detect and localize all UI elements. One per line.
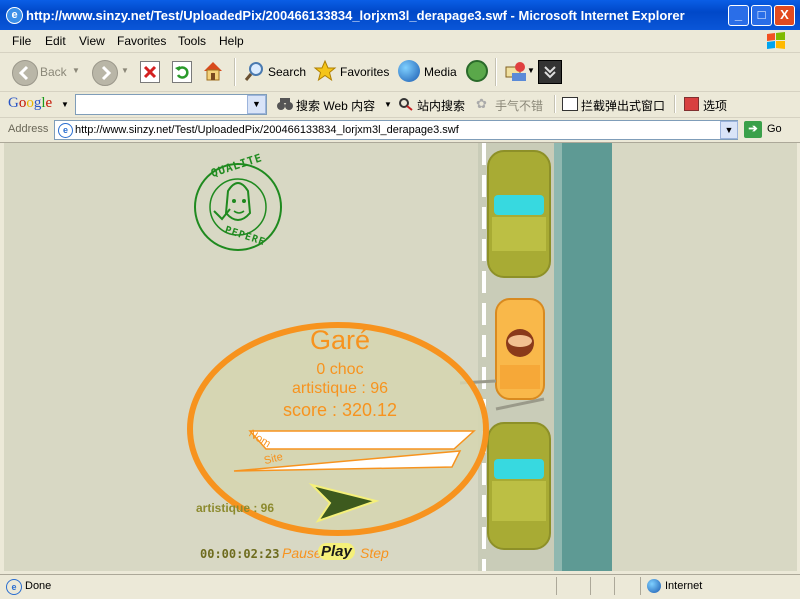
address-label: Address xyxy=(8,123,49,135)
favorites-star-icon[interactable] xyxy=(313,59,337,83)
mail-icon[interactable] xyxy=(504,59,528,83)
toolbar-separator xyxy=(674,95,676,113)
go-button[interactable]: Go xyxy=(767,123,782,135)
minimize-button[interactable]: _ xyxy=(728,5,749,26)
status-divider xyxy=(614,577,615,595)
site-search-icon[interactable] xyxy=(398,97,414,111)
toolbar-separator xyxy=(234,58,236,86)
windows-logo-icon xyxy=(767,32,785,49)
flash-game-area[interactable]: QUALITE PEPERE Garé 0 choc artistique : … xyxy=(4,143,797,571)
status-bar: e Done Internet xyxy=(0,574,800,599)
status-divider xyxy=(556,577,557,595)
search-icon[interactable] xyxy=(244,60,266,82)
play-button[interactable]: Play xyxy=(318,543,355,560)
sea-strip xyxy=(562,143,612,571)
media-button[interactable]: Media xyxy=(424,65,457,79)
lucky-button[interactable]: 手气不错 xyxy=(495,97,543,114)
menu-bar: File Edit View Favorites Tools Help xyxy=(0,30,800,53)
menu-help[interactable]: Help xyxy=(219,34,244,48)
submit-arrow-icon[interactable] xyxy=(308,481,380,525)
timer: 00:00:02:23 xyxy=(200,547,280,561)
forward-icon[interactable] xyxy=(92,60,118,86)
maximize-button[interactable]: □ xyxy=(751,5,772,26)
site-search-button[interactable]: 站内搜索 xyxy=(417,97,465,114)
standard-toolbar: Back ▼ ▼ Search Favorites Media ▼ xyxy=(0,53,800,92)
menu-view[interactable]: View xyxy=(79,34,105,48)
google-menu-dropdown-icon[interactable]: ▼ xyxy=(61,100,69,109)
close-button[interactable]: X xyxy=(774,5,795,26)
zone-label: Internet xyxy=(665,580,703,592)
page-done-icon: e xyxy=(6,579,22,595)
address-dropdown-icon[interactable]: ▼ xyxy=(720,121,738,139)
grass-right xyxy=(612,143,797,571)
back-dropdown-icon[interactable]: ▼ xyxy=(72,66,80,75)
google-search-input[interactable] xyxy=(75,94,267,115)
google-search-dropdown-icon[interactable]: ▼ xyxy=(247,95,266,114)
window-title: http://www.sinzy.net/Test/UploadedPix/20… xyxy=(26,8,685,23)
home-icon[interactable] xyxy=(201,59,225,83)
address-input[interactable]: e http://www.sinzy.net/Test/UploadedPix/… xyxy=(54,120,738,140)
lucky-icon[interactable]: ✿ xyxy=(476,96,487,112)
page-icon: e xyxy=(58,123,73,138)
menu-tools[interactable]: Tools xyxy=(178,34,206,48)
pause-button[interactable]: Pause xyxy=(282,545,322,561)
menu-favorites[interactable]: Favorites xyxy=(117,34,166,48)
binoculars-icon[interactable] xyxy=(277,97,293,111)
back-icon[interactable] xyxy=(12,60,38,86)
step-button[interactable]: Step xyxy=(360,545,389,561)
ie-logo-icon: e xyxy=(6,7,23,24)
curb xyxy=(554,143,562,571)
search-button[interactable]: Search xyxy=(268,65,306,79)
shock-count: 0 choc xyxy=(316,361,364,378)
name-input[interactable] xyxy=(274,431,474,445)
address-url: http://www.sinzy.net/Test/UploadedPix/20… xyxy=(75,124,459,136)
menu-file[interactable]: File xyxy=(12,34,31,48)
status-divider xyxy=(590,577,591,595)
google-toolbar: Google ▼ ▼ 搜索 Web 内容 ▼ 站内搜索 ✿ 手气不错 拦截弹出式… xyxy=(0,92,800,118)
refresh-icon[interactable] xyxy=(172,61,192,83)
parked-car-top xyxy=(487,150,551,278)
popup-block-icon[interactable] xyxy=(562,97,578,111)
artistic-score: artistique : 96 xyxy=(291,380,389,397)
total-score: score : 320.12 xyxy=(282,400,398,420)
options-icon[interactable] xyxy=(684,97,699,111)
status-divider xyxy=(640,577,641,595)
internet-globe-icon xyxy=(647,579,661,593)
menu-edit[interactable]: Edit xyxy=(45,34,66,48)
result-title: Garé xyxy=(309,325,371,355)
google-search-web-button[interactable]: 搜索 Web 内容 xyxy=(296,97,375,114)
search-web-dropdown-icon[interactable]: ▼ xyxy=(384,100,392,109)
google-logo[interactable]: Google xyxy=(8,95,52,112)
title-bar: e http://www.sinzy.net/Test/UploadedPix/… xyxy=(0,0,800,30)
extension-icon[interactable] xyxy=(538,60,562,84)
popup-block-button[interactable]: 拦截弹出式窗口 xyxy=(581,97,665,114)
back-button[interactable]: Back xyxy=(40,65,67,79)
options-button[interactable]: 选项 xyxy=(703,97,727,114)
site-input[interactable] xyxy=(254,453,454,467)
media-globe-icon[interactable] xyxy=(398,60,420,82)
go-arrow-icon[interactable]: ➔ xyxy=(744,121,762,138)
address-bar: Address e http://www.sinzy.net/Test/Uplo… xyxy=(0,118,800,143)
favorites-button[interactable]: Favorites xyxy=(340,65,389,79)
stop-icon[interactable] xyxy=(140,61,160,83)
toolbar-separator xyxy=(495,58,497,86)
history-icon[interactable] xyxy=(466,60,488,82)
hud-artistic: artistique : 96 xyxy=(196,501,275,515)
mail-dropdown-icon[interactable]: ▼ xyxy=(527,66,535,75)
status-text: Done xyxy=(25,580,52,592)
toolbar-separator xyxy=(554,95,556,113)
forward-dropdown-icon[interactable]: ▼ xyxy=(121,66,129,75)
